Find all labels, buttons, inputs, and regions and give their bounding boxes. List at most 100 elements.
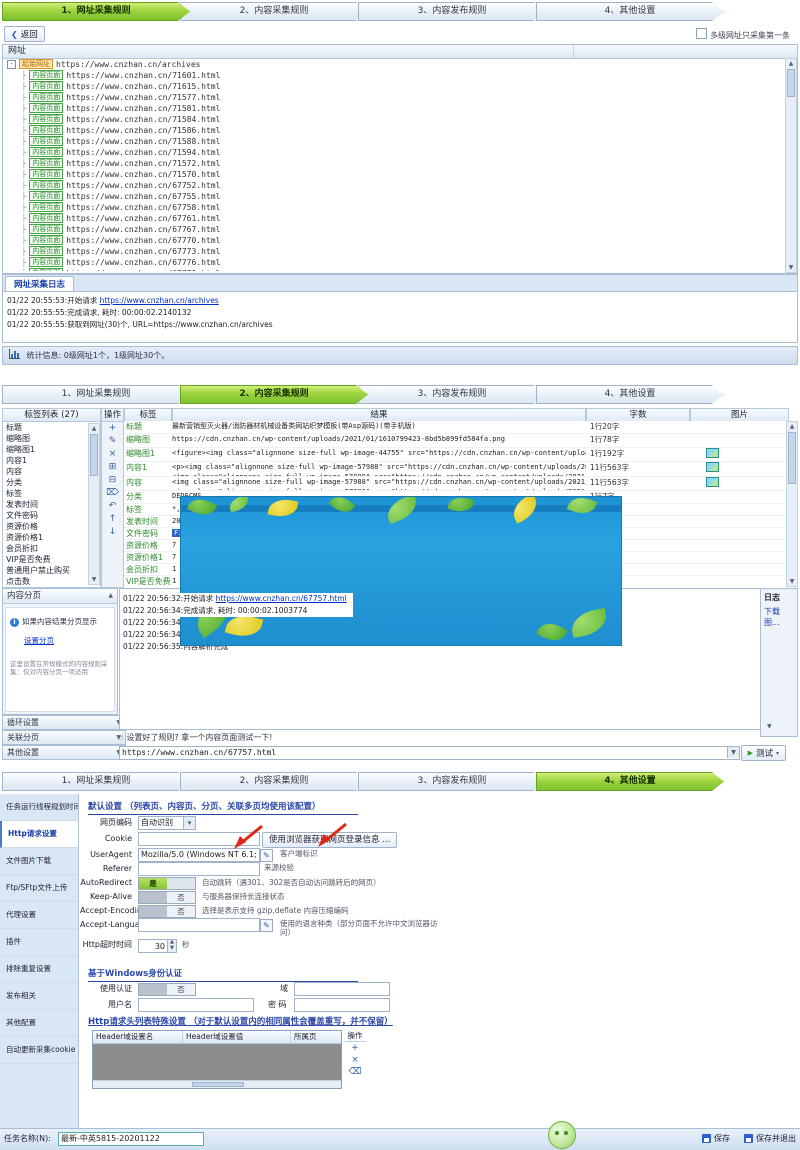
tag-list-item[interactable]: VIP是否免费: [3, 554, 100, 565]
tree-url-row[interactable]: ├内容页面https://www.cnzhan.cn/71581.html: [7, 103, 785, 114]
tag-list-item[interactable]: 缩略图: [3, 433, 100, 444]
tag-list-item[interactable]: 缩略图1: [3, 444, 100, 455]
tree-url-row[interactable]: ├内容页面https://www.cnzhan.cn/67776.html: [7, 257, 785, 268]
tree-url-row[interactable]: ├内容页面https://www.cnzhan.cn/67773.html: [7, 246, 785, 257]
tag-list-item[interactable]: 文件密码: [3, 510, 100, 521]
tab-1[interactable]: 1、网址采集规则: [2, 2, 190, 21]
username-input[interactable]: [138, 998, 254, 1012]
tree-root-row[interactable]: -起始网址https://www.cnzhan.cn/archives: [7, 59, 785, 70]
collapse-arrow-icon[interactable]: ▼: [767, 723, 772, 730]
settings-sidebar-item[interactable]: 排除重复设置: [0, 956, 78, 983]
add-icon[interactable]: +: [102, 422, 123, 435]
tab-3[interactable]: 3、内容发布规则: [358, 385, 546, 404]
accordion-related-pages[interactable]: 关联分页▼: [2, 730, 126, 745]
settings-sidebar-item[interactable]: 代理设置: [0, 902, 78, 929]
tag-list-item[interactable]: 点击数: [3, 576, 100, 587]
tree-url-row[interactable]: ├内容页面https://www.cnzhan.cn/71615.html: [7, 81, 785, 92]
tag-list-item[interactable]: 普通用户禁止购买: [3, 565, 100, 576]
tag-list-item[interactable]: 资源价格: [3, 521, 100, 532]
tag-list-item[interactable]: 发表时间: [3, 499, 100, 510]
tab-2[interactable]: 2、内容采集规则: [180, 385, 368, 404]
timeout-spinner[interactable]: 30▲▼: [138, 939, 177, 953]
tag-list-item[interactable]: 标签: [3, 488, 100, 499]
tab-2[interactable]: 2、内容采集规则: [180, 2, 368, 21]
table-remove-icon[interactable]: ⌫: [344, 1066, 366, 1078]
tab-4[interactable]: 4、其他设置: [536, 385, 724, 404]
remove-icon[interactable]: ⌦: [102, 487, 123, 500]
password-input[interactable]: [294, 998, 390, 1012]
edit-icon[interactable]: ✎: [102, 435, 123, 448]
delete-icon[interactable]: ×: [102, 448, 123, 461]
keep-alive-toggle[interactable]: 否: [138, 891, 196, 904]
tree-url-row[interactable]: ├内容页面https://www.cnzhan.cn/67758.html: [7, 202, 785, 213]
settings-sidebar-item[interactable]: Http请求设置: [0, 821, 78, 848]
settings-sidebar-item[interactable]: Ftp/SFtp文件上传: [0, 875, 78, 902]
move-up-icon[interactable]: ↑: [102, 513, 123, 526]
tag-list-item[interactable]: 内容1: [3, 455, 100, 466]
tree-url-row[interactable]: ├内容页面https://www.cnzhan.cn/67770.html: [7, 235, 785, 246]
move-down-icon[interactable]: ↓: [102, 526, 123, 539]
test-button[interactable]: ▶ 测试 ▾: [741, 745, 786, 761]
table-delete-icon[interactable]: ×: [344, 1054, 366, 1066]
pagination-setup-link[interactable]: 设置分页: [24, 636, 54, 645]
log-link[interactable]: https://www.cnzhan.cn/archives: [100, 296, 219, 305]
referer-input[interactable]: [138, 862, 260, 876]
tree-url-row[interactable]: ├内容页面https://www.cnzhan.cn/67752.html: [7, 180, 785, 191]
tag-list-scrollbar[interactable]: ▲▼: [88, 423, 100, 585]
back-button[interactable]: ❮ 返回: [4, 26, 45, 42]
tree-url-row[interactable]: ├内容页面https://www.cnzhan.cn/71577.html: [7, 92, 785, 103]
tag-list-item[interactable]: 资源价格1: [3, 532, 100, 543]
table-add-icon[interactable]: +: [344, 1042, 366, 1054]
accordion-loop[interactable]: 循环设置▼: [2, 715, 126, 730]
url-dropdown-arrow[interactable]: ▼: [727, 747, 739, 758]
tag-list-item[interactable]: 会员折扣: [3, 543, 100, 554]
result-row[interactable]: 缩略图https://cdn.cnzhan.cn/wp-content/uplo…: [124, 434, 787, 448]
tree-url-row[interactable]: ├内容页面https://www.cnzhan.cn/67779.html: [7, 268, 785, 271]
autoredirect-toggle[interactable]: 是: [138, 877, 196, 890]
task-name-input[interactable]: 最新-中英5815-20201122: [58, 1132, 204, 1146]
multi-url-checkbox[interactable]: [696, 28, 707, 39]
tree-expander-icon[interactable]: -: [7, 60, 16, 69]
settings-sidebar-item[interactable]: 文件图片下载: [0, 848, 78, 875]
encoding-select[interactable]: 自动识别▾: [138, 816, 196, 830]
pin-icon[interactable]: ▲: [108, 589, 113, 603]
use-auth-toggle[interactable]: 否: [138, 983, 196, 996]
image-thumb-icon[interactable]: [706, 462, 719, 472]
tab-4[interactable]: 4、其他设置: [536, 772, 724, 791]
tree-url-row[interactable]: ├内容页面https://www.cnzhan.cn/71572.html: [7, 158, 785, 169]
paste-icon[interactable]: ⊟: [102, 474, 123, 487]
image-thumb-icon[interactable]: [706, 448, 719, 458]
settings-sidebar-item[interactable]: 其他配置: [0, 1010, 78, 1037]
tree-url-row[interactable]: ├内容页面https://www.cnzhan.cn/67761.html: [7, 213, 785, 224]
tag-list-item[interactable]: 内容: [3, 466, 100, 477]
result-row[interactable]: 标题最新营销型灭火器/消防器材机械设备类网站织梦模板(带Asp源码)(带手机版)…: [124, 421, 787, 434]
tab-3[interactable]: 3、内容发布规则: [358, 772, 546, 791]
copy-icon[interactable]: ⊞: [102, 461, 123, 474]
tag-list-item[interactable]: 标题: [3, 422, 100, 433]
accept-language-input[interactable]: [138, 918, 260, 932]
tree-url-row[interactable]: ├内容页面https://www.cnzhan.cn/71584.html: [7, 114, 785, 125]
result-row[interactable]: 内容<img class="alignnone size-full wp-ima…: [124, 477, 787, 491]
result-row[interactable]: 内容1<p><img class="alignnone size-full wp…: [124, 462, 787, 477]
tag-list-item[interactable]: 分类: [3, 477, 100, 488]
undo-icon[interactable]: ↶: [102, 500, 123, 513]
url-list-scrollbar[interactable]: ▲▼: [785, 58, 797, 273]
tree-url-row[interactable]: ├内容页面https://www.cnzhan.cn/71586.html: [7, 125, 785, 136]
accept-encoding-toggle[interactable]: 否: [138, 905, 196, 918]
result-row[interactable]: 缩略图1<figure><img class="alignnone size-f…: [124, 448, 787, 462]
save-button[interactable]: 保存: [702, 1133, 730, 1144]
download-image-item[interactable]: 下载图...: [761, 603, 797, 631]
tab-2[interactable]: 2、内容采集规则: [180, 772, 368, 791]
tab-4[interactable]: 4、其他设置: [536, 2, 724, 21]
domain-input[interactable]: [294, 982, 390, 996]
image-thumb-icon[interactable]: [706, 477, 719, 487]
log-link[interactable]: https://www.cnzhan.cn/67757.html: [216, 594, 347, 603]
mascot-icon[interactable]: [548, 1121, 576, 1149]
accordion-other[interactable]: 其他设置▼: [2, 745, 126, 760]
tree-url-row[interactable]: ├内容页面https://www.cnzhan.cn/67755.html: [7, 191, 785, 202]
tree-url-row[interactable]: ├内容页面https://www.cnzhan.cn/67767.html: [7, 224, 785, 235]
tree-url-row[interactable]: ├内容页面https://www.cnzhan.cn/71594.html: [7, 147, 785, 158]
tree-url-row[interactable]: ├内容页面https://www.cnzhan.cn/71601.html: [7, 70, 785, 81]
tab-1[interactable]: 1、网址采集规则: [2, 772, 190, 791]
settings-sidebar-item[interactable]: 发布相关: [0, 983, 78, 1010]
